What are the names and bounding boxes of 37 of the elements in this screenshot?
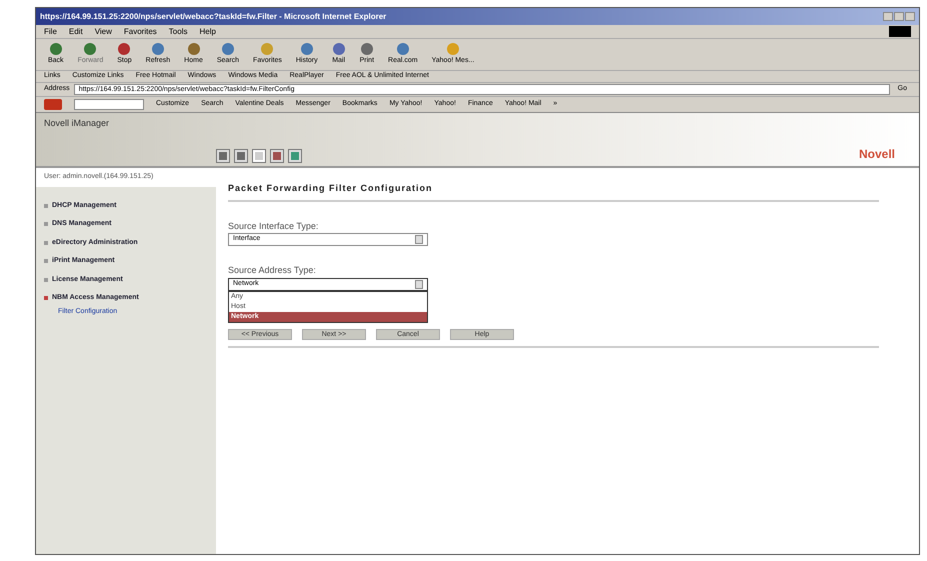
collapse-icon[interactable] — [44, 296, 48, 300]
field-label: Source Interface Type: — [228, 220, 320, 233]
toolbar-glyph-icon — [150, 42, 165, 56]
menu-item[interactable]: View — [94, 26, 112, 38]
field-label: Source Address Type: — [228, 264, 317, 277]
menu-item[interactable]: Help — [199, 26, 216, 38]
toolbar-glyph-icon — [260, 42, 274, 56]
expand-icon[interactable] — [44, 278, 48, 282]
window-title: https://164.99.151.25:2200/nps/servlet/webacc?taskId=fw.Filter - Microsoft Internet Explorer — [40, 10, 388, 22]
header-tool-icon[interactable] — [234, 148, 248, 162]
toolbar-glyph-icon — [332, 42, 346, 56]
header-tool-icon[interactable] — [288, 148, 302, 162]
toolbar-glyph-icon — [446, 42, 460, 56]
expand-icon[interactable] — [44, 204, 48, 208]
toolbar-glyph-icon — [186, 42, 201, 56]
menu-item[interactable]: Edit — [68, 26, 83, 38]
novell-logo: Novell — [858, 146, 895, 162]
header-tool-icon[interactable] — [252, 148, 266, 162]
toolbar-glyph-icon — [117, 42, 132, 56]
menu-item[interactable]: File — [44, 26, 57, 38]
toolbar-glyph-icon — [396, 42, 410, 56]
search-field[interactable] — [74, 99, 144, 110]
menu-item[interactable]: Favorites — [124, 26, 157, 38]
expand-icon[interactable] — [44, 240, 48, 245]
toolbar-glyph-icon — [48, 42, 63, 56]
app-title: Novell iManager — [43, 117, 110, 130]
header-tool-icon[interactable] — [270, 148, 284, 162]
expand-icon[interactable] — [44, 222, 48, 226]
toolbar-glyph-icon — [220, 42, 235, 56]
toolbar-glyph-icon — [300, 42, 314, 56]
expand-icon[interactable] — [44, 259, 48, 264]
toolbar-glyph-icon — [360, 42, 374, 56]
toolbar-glyph-icon — [83, 42, 98, 56]
window-controls-icon[interactable] — [883, 12, 915, 21]
page-title: Packet Forwarding Filter Configuration — [228, 182, 879, 202]
menu-item[interactable]: Tools — [168, 26, 188, 38]
header-tool-icon[interactable] — [216, 148, 230, 162]
